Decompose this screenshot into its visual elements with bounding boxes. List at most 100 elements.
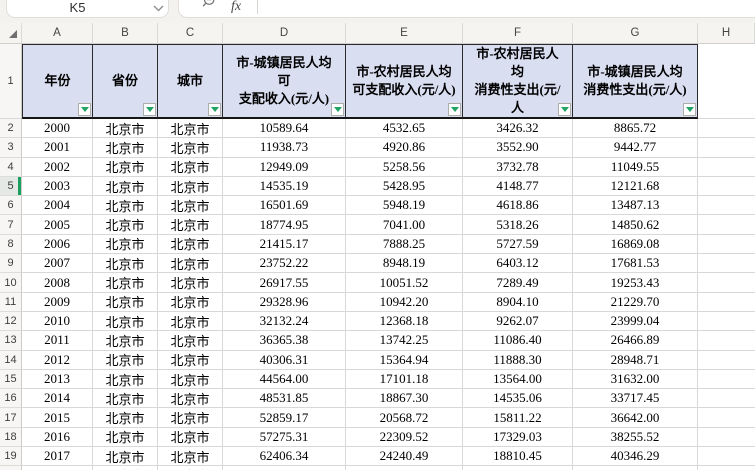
cell-H12[interactable] <box>698 312 755 332</box>
cell-B17[interactable]: 北京市 <box>93 408 158 428</box>
fx-icon[interactable]: fx <box>231 0 241 15</box>
cell-E19[interactable]: 24240.49 <box>346 447 463 467</box>
cell-H9[interactable] <box>698 254 755 274</box>
cell-B16[interactable]: 北京市 <box>93 389 158 409</box>
column-header-C[interactable]: C <box>158 23 223 44</box>
cell-A14[interactable]: 2012 <box>22 350 93 370</box>
column-header-A[interactable]: A <box>22 23 93 44</box>
cell-D10[interactable]: 26917.55 <box>223 273 346 293</box>
cell-H4[interactable] <box>698 158 755 177</box>
header-cell-A[interactable]: 年份 <box>22 44 93 119</box>
row-header-6[interactable]: 6 <box>0 196 22 216</box>
cell-E13[interactable]: 13742.25 <box>346 331 463 351</box>
cell-F5[interactable]: 4148.77 <box>463 176 573 197</box>
cell-C15[interactable]: 北京市 <box>158 369 223 390</box>
cell-F11[interactable]: 8904.10 <box>463 292 573 312</box>
row-header-5[interactable]: 5 <box>0 176 22 197</box>
cell-F2[interactable]: 3426.32 <box>463 119 573 139</box>
cell-D17[interactable]: 52859.17 <box>223 408 346 428</box>
row-header-8[interactable]: 8 <box>0 234 22 255</box>
cell-H20[interactable] <box>698 466 755 470</box>
cell-B12[interactable]: 北京市 <box>93 311 158 332</box>
header-cell-E[interactable]: 市-农村居民人均 可支配收入(元/人) <box>346 44 463 119</box>
row-header-3[interactable]: 3 <box>0 138 22 158</box>
row-header-17[interactable]: 17 <box>0 408 22 428</box>
cell-B20[interactable]: 北京市 <box>93 466 158 470</box>
cell-G18[interactable]: 38255.52 <box>573 427 698 448</box>
cell-F20[interactable] <box>463 466 573 470</box>
cell-G20[interactable] <box>573 466 698 470</box>
row-header-9[interactable]: 9 <box>0 254 22 274</box>
cell-D6[interactable]: 16501.69 <box>223 196 346 216</box>
cell-A20[interactable] <box>22 466 93 470</box>
cell-H6[interactable] <box>698 196 755 216</box>
cell-H7[interactable] <box>698 215 755 235</box>
cell-G14[interactable]: 28948.71 <box>573 350 698 370</box>
filter-button-C[interactable] <box>208 103 221 116</box>
header-cell-G[interactable]: 市-城镇居民人均 消费性支出(元/人) <box>573 44 698 119</box>
formula-bar[interactable]: fx <box>178 0 755 18</box>
cell-H16[interactable] <box>698 389 755 409</box>
row-header-15[interactable]: 15 <box>0 369 22 390</box>
cell-H15[interactable] <box>698 370 755 390</box>
cell-C5[interactable]: 北京市 <box>158 176 223 197</box>
cell-E18[interactable]: 22309.52 <box>346 427 463 448</box>
cell-G17[interactable]: 36642.00 <box>573 408 698 428</box>
cell-F10[interactable]: 7289.49 <box>463 273 573 293</box>
column-header-G[interactable]: G <box>573 23 698 44</box>
filter-button-E[interactable] <box>448 103 461 116</box>
cell-A3[interactable]: 2001 <box>22 138 93 158</box>
cell-G16[interactable]: 33717.45 <box>573 389 698 409</box>
cell-C16[interactable]: 北京市 <box>158 389 223 409</box>
row-header-4[interactable]: 4 <box>0 157 22 177</box>
cell-D13[interactable]: 36365.38 <box>223 331 346 351</box>
cell-A15[interactable]: 2013 <box>22 369 93 390</box>
cell-H10[interactable] <box>698 273 755 293</box>
header-cell-D[interactable]: 市-城镇居民人均 可 支配收入(元/人) <box>223 44 346 119</box>
cell-C18[interactable]: 北京市 <box>158 427 223 448</box>
cell-A12[interactable]: 2010 <box>22 311 93 332</box>
cell-E2[interactable]: 4532.65 <box>346 119 463 139</box>
cell-D14[interactable]: 40306.31 <box>223 350 346 370</box>
cell-reference[interactable]: K5 <box>7 0 148 15</box>
cell-C6[interactable]: 北京市 <box>158 196 223 216</box>
row-header-16[interactable]: 16 <box>0 389 22 409</box>
cell-A11[interactable]: 2009 <box>22 292 93 312</box>
cell-B11[interactable]: 北京市 <box>93 292 158 312</box>
header-cell-F[interactable]: 市-农村居民人 均 消费性支出(元/ 人 <box>463 44 573 119</box>
cell-E15[interactable]: 17101.18 <box>346 369 463 390</box>
cell-D5[interactable]: 14535.19 <box>223 176 346 197</box>
column-header-F[interactable]: F <box>463 23 573 44</box>
cell-D16[interactable]: 48531.85 <box>223 389 346 409</box>
cell-D3[interactable]: 11938.73 <box>223 138 346 158</box>
cell-A8[interactable]: 2006 <box>22 234 93 255</box>
cell-B5[interactable]: 北京市 <box>93 176 158 197</box>
cell-C3[interactable]: 北京市 <box>158 138 223 158</box>
cell-F7[interactable]: 5318.26 <box>463 215 573 235</box>
cell-G4[interactable]: 11049.55 <box>573 157 698 177</box>
row-header-1[interactable]: 1 <box>0 44 22 119</box>
cell-D4[interactable]: 12949.09 <box>223 157 346 177</box>
header-cell-C[interactable]: 城市 <box>158 44 223 119</box>
cell-G2[interactable]: 8865.72 <box>573 119 698 139</box>
cell-C9[interactable]: 北京市 <box>158 254 223 274</box>
cell-C4[interactable]: 北京市 <box>158 157 223 177</box>
cell-D8[interactable]: 21415.17 <box>223 234 346 255</box>
cell-C8[interactable]: 北京市 <box>158 234 223 255</box>
cell-B10[interactable]: 北京市 <box>93 273 158 293</box>
cell-G11[interactable]: 21229.70 <box>573 292 698 312</box>
cell-C19[interactable]: 北京市 <box>158 447 223 467</box>
cell-B2[interactable]: 北京市 <box>93 119 158 139</box>
filter-button-G[interactable] <box>683 103 696 116</box>
column-header-E[interactable]: E <box>346 23 463 44</box>
cell-H14[interactable] <box>698 351 755 370</box>
cell-C12[interactable]: 北京市 <box>158 311 223 332</box>
select-all-corner[interactable] <box>0 23 22 44</box>
cell-B6[interactable]: 北京市 <box>93 196 158 216</box>
filter-button-D[interactable] <box>331 103 344 116</box>
cell-C14[interactable]: 北京市 <box>158 350 223 370</box>
cell-H8[interactable] <box>698 235 755 255</box>
cell-A10[interactable]: 2008 <box>22 273 93 293</box>
cell-F3[interactable]: 3552.90 <box>463 138 573 158</box>
cell-D12[interactable]: 32132.24 <box>223 311 346 332</box>
